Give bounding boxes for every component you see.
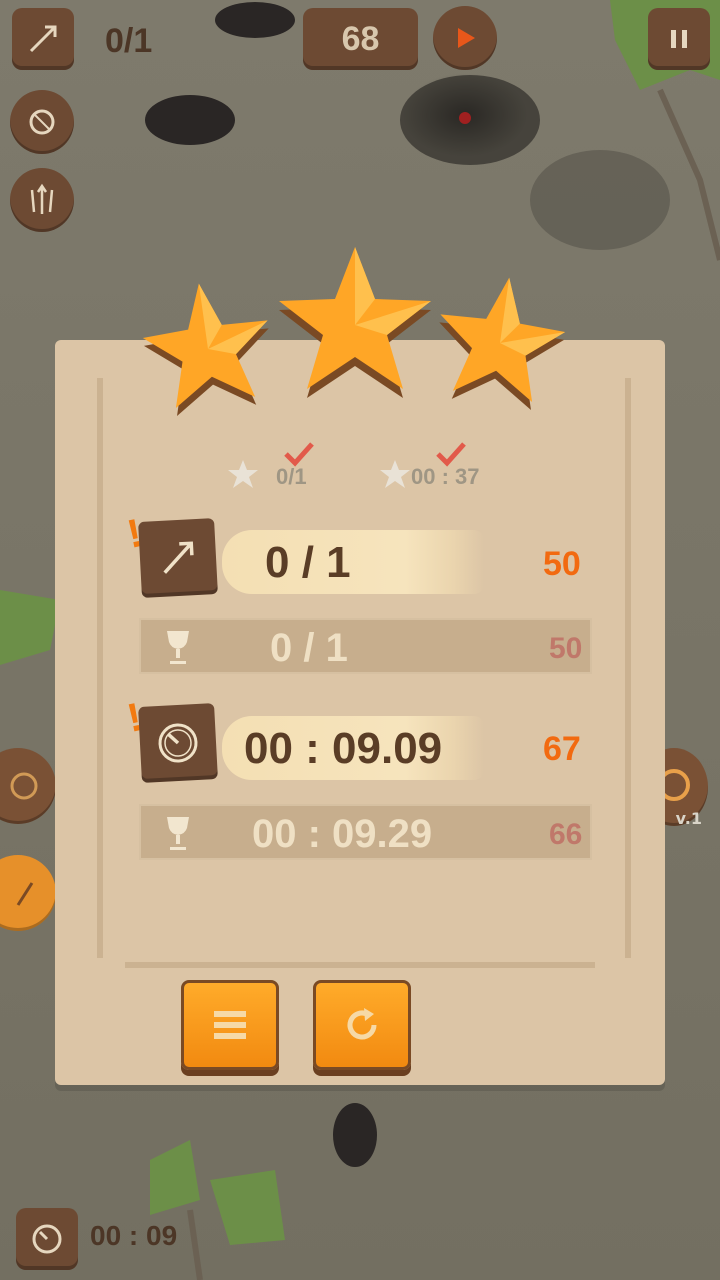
arrow-result-score: 50 <box>543 545 581 583</box>
arrow-best-value: 0 / 1 <box>270 626 348 670</box>
fast-forward-button[interactable] <box>433 6 497 70</box>
arrow-count: 0/1 <box>105 22 153 60</box>
time-result-score: 67 <box>543 730 581 768</box>
arrow-best-bar <box>139 618 592 674</box>
restart-icon <box>347 1008 377 1040</box>
crosshair-icon <box>10 772 38 800</box>
pause-button[interactable] <box>648 8 710 70</box>
time-stat-badge <box>138 703 218 783</box>
time-best-value: 00 : 09.29 <box>252 812 433 856</box>
time-result-value: 00 : 09.09 <box>244 724 443 773</box>
goal-arrow-value: 0/1 <box>276 464 307 489</box>
arrow-result-value: 0 / 1 <box>265 538 351 587</box>
goal-star-icon <box>380 460 410 488</box>
arrow-icon <box>29 25 57 53</box>
star-icon <box>142 283 269 416</box>
level-label: v.1 <box>675 809 702 828</box>
star-icon <box>279 247 431 398</box>
multi-arrow-button[interactable] <box>10 168 74 232</box>
arrow-icon <box>163 541 194 574</box>
goal-time-value: 00 : 37 <box>411 464 480 489</box>
highlight-brush <box>222 530 484 594</box>
bottom-timer: 00 : 09 <box>90 1220 178 1251</box>
restart-button[interactable] <box>313 980 411 1070</box>
stopwatch-icon <box>158 723 198 763</box>
play-icon <box>458 28 475 48</box>
trophy-icon <box>167 631 189 664</box>
score-plaque: 68 <box>303 8 418 70</box>
menu-button[interactable] <box>181 980 279 1070</box>
trophy-icon <box>167 817 189 850</box>
arrow-ammo-button[interactable] <box>12 8 74 70</box>
arrow-stat-badge <box>138 518 218 598</box>
star-icon <box>439 277 566 410</box>
score-value: 68 <box>341 19 380 58</box>
time-best-score: 66 <box>549 818 583 851</box>
stars-rating <box>142 247 566 416</box>
stopwatch-icon <box>32 1224 62 1254</box>
goal-star-icon <box>228 460 258 488</box>
arrow-best-score: 50 <box>549 632 583 665</box>
triple-arrow-icon <box>30 183 54 214</box>
arrow-icon <box>16 882 34 906</box>
timer-button <box>16 1208 78 1270</box>
panel-divider <box>125 962 595 968</box>
pause-icon <box>671 30 687 48</box>
menu-icon <box>214 1011 246 1039</box>
bird-icon <box>29 109 55 135</box>
target-bird-button[interactable] <box>10 90 74 154</box>
